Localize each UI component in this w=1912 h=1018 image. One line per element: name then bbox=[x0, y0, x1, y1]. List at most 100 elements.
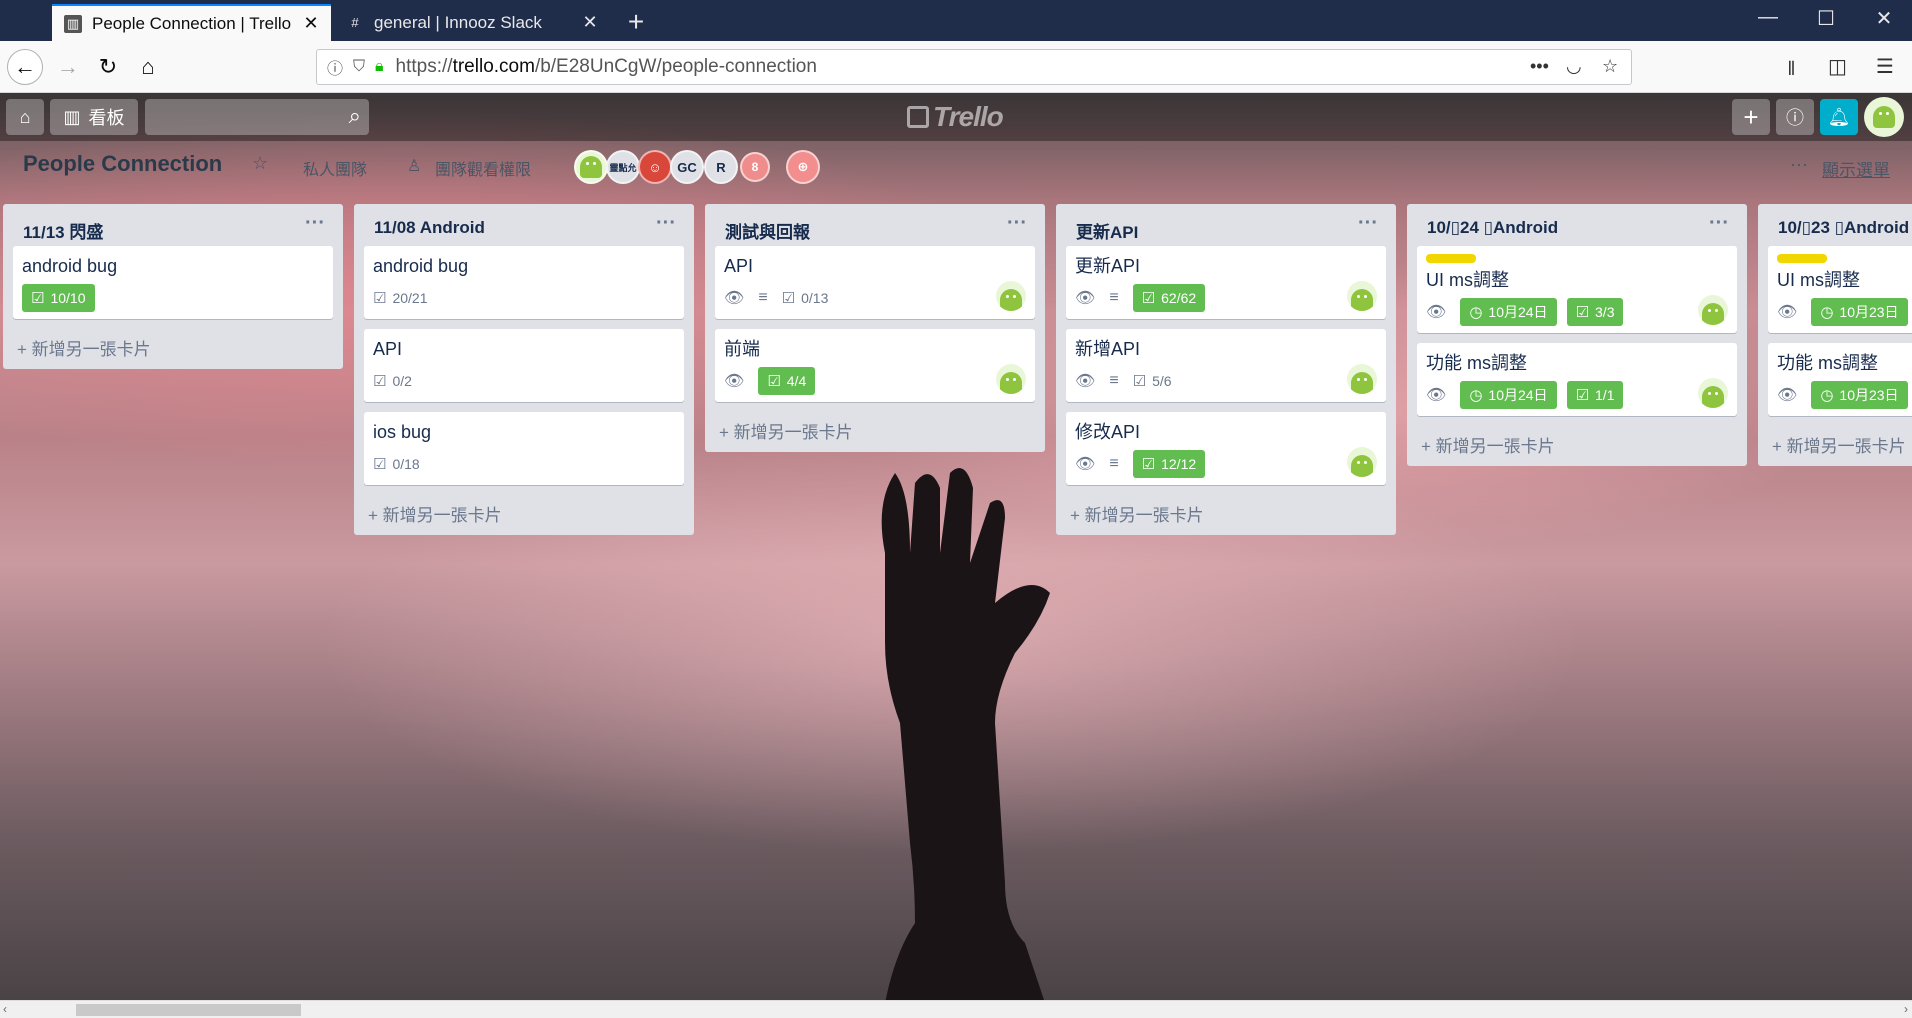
trello-logo[interactable]: Trello bbox=[907, 101, 1004, 133]
add-button[interactable]: + bbox=[1732, 99, 1770, 135]
add-card-button[interactable]: + 新增另一張卡片 bbox=[354, 495, 694, 535]
card-title: ios bug bbox=[373, 422, 432, 442]
scroll-right-icon[interactable]: › bbox=[1904, 1002, 1908, 1016]
show-menu-link[interactable]: 顯示選單 bbox=[1822, 156, 1890, 181]
card[interactable]: 功能 ms調整 👁︎ ◷ 10月23日 bbox=[1768, 343, 1912, 416]
member-avatar[interactable]: GC bbox=[670, 150, 704, 184]
list-title[interactable]: 11/08 Android ··· bbox=[354, 204, 694, 246]
member-avatar[interactable]: ☺ bbox=[638, 150, 672, 184]
tab-slack[interactable]: # general | Innooz Slack ✕ bbox=[334, 4, 610, 41]
info-icon[interactable]: ⓘ bbox=[1776, 99, 1814, 135]
invite-member-icon[interactable]: ⊕ bbox=[786, 150, 820, 184]
list-menu-icon[interactable]: ··· bbox=[305, 212, 325, 235]
url-text[interactable]: https://trello.com/b/E28UnCgW/people-con… bbox=[396, 56, 817, 78]
add-card-button[interactable]: + 新增另一張卡片 bbox=[1056, 495, 1396, 535]
team-visibility-button[interactable]: 私人團隊 bbox=[303, 156, 367, 180]
permission-button[interactable]: 團隊觀看權限 bbox=[435, 156, 531, 180]
minimize-button[interactable]: — bbox=[1748, 6, 1788, 29]
card[interactable]: API ☑ 0/2 bbox=[364, 329, 684, 402]
card[interactable]: UI ms調整 👁︎ ◷ 10月24日 ☑ 3/3 bbox=[1417, 246, 1737, 333]
slack-favicon-icon: # bbox=[351, 15, 359, 30]
card-title: UI ms調整 bbox=[1777, 270, 1860, 290]
card-member-avatar[interactable] bbox=[1347, 281, 1377, 311]
horizontal-scrollbar[interactable]: ‹ › bbox=[0, 1000, 1912, 1018]
add-card-button[interactable]: + 新增另一張卡片 bbox=[1758, 426, 1912, 466]
star-icon[interactable]: ☆ bbox=[252, 153, 268, 174]
member-avatar[interactable]: R bbox=[704, 150, 738, 184]
tab-trello[interactable]: ▥ People Connection | Trello ✕ bbox=[52, 4, 331, 41]
boards-button[interactable]: ▥ 看板 bbox=[50, 99, 138, 135]
card[interactable]: 功能 ms調整 👁︎ ◷ 10月24日 ☑ 1/1 bbox=[1417, 343, 1737, 416]
maximize-button[interactable]: ☐ bbox=[1806, 6, 1846, 31]
checklist-badge: ☑ 20/21 bbox=[373, 290, 428, 307]
home-button[interactable]: ⌂ bbox=[130, 49, 166, 85]
new-tab-button[interactable]: + bbox=[622, 6, 650, 38]
board-title[interactable]: People Connection bbox=[23, 151, 222, 177]
address-bar[interactable]: ⓘ ⛉ 🔒︎ https://trello.com/b/E28UnCgW/peo… bbox=[316, 49, 1632, 85]
list-title[interactable]: 測試與回報 ··· bbox=[705, 204, 1045, 246]
yellow-label[interactable] bbox=[1777, 254, 1827, 263]
tracking-shield-icon[interactable]: ⛉ bbox=[353, 58, 365, 76]
tab-close-icon[interactable]: ✕ bbox=[578, 12, 602, 33]
list-title[interactable]: 更新API ··· bbox=[1056, 204, 1396, 246]
menu-icon[interactable]: ☰ bbox=[1876, 54, 1894, 79]
member-avatar[interactable] bbox=[574, 150, 608, 184]
card[interactable]: 前端 👁︎ ☑ 4/4 bbox=[715, 329, 1035, 402]
more-members-badge[interactable]: 8 bbox=[740, 152, 770, 182]
card-member-avatar[interactable] bbox=[996, 364, 1026, 394]
notification-bell-icon[interactable]: 🔔︎ bbox=[1820, 99, 1858, 135]
list-menu-icon[interactable]: ··· bbox=[1007, 212, 1027, 235]
bookmark-star-icon[interactable]: ☆ bbox=[1602, 56, 1618, 77]
card-member-avatar[interactable] bbox=[1698, 295, 1728, 325]
forward-button[interactable]: → bbox=[50, 49, 86, 85]
checklist-badge: ☑ 10/10 bbox=[22, 284, 95, 312]
card[interactable]: android bug ☑ 20/21 bbox=[364, 246, 684, 319]
yellow-label[interactable] bbox=[1426, 254, 1476, 263]
card-title: 功能 ms調整 bbox=[1777, 353, 1878, 373]
list-menu-icon[interactable]: ··· bbox=[1709, 212, 1729, 235]
card[interactable]: ios bug ☑ 0/18 bbox=[364, 412, 684, 485]
list-menu-icon[interactable]: ··· bbox=[1358, 212, 1378, 235]
hand-silhouette-image bbox=[881, 468, 1050, 1000]
card-member-avatar[interactable] bbox=[1347, 447, 1377, 477]
lock-icon[interactable]: 🔒︎ bbox=[375, 58, 384, 76]
add-card-button[interactable]: + 新增另一張卡片 bbox=[3, 329, 343, 369]
user-avatar[interactable] bbox=[1864, 97, 1904, 137]
checklist-badge: ☑ 0/18 bbox=[373, 456, 420, 473]
list: 10/▯23 ▯Android··· UI ms調整 👁︎ ◷10月23日 功能… bbox=[1758, 204, 1912, 466]
tab-close-icon[interactable]: ✕ bbox=[299, 13, 323, 34]
add-card-button[interactable]: + 新增另一張卡片 bbox=[1407, 426, 1747, 466]
card[interactable]: API 👁︎ ≡ ☑ 0/13 bbox=[715, 246, 1035, 319]
card[interactable]: 新增API 👁︎ ≡ ☑ 5/6 bbox=[1066, 329, 1386, 402]
home-icon[interactable]: ⌂ bbox=[6, 99, 44, 135]
card-member-avatar[interactable] bbox=[996, 281, 1026, 311]
close-window-button[interactable]: ✕ bbox=[1864, 6, 1904, 31]
list-menu-icon[interactable]: ··· bbox=[656, 212, 676, 235]
info-icon[interactable]: ⓘ bbox=[327, 55, 343, 79]
add-card-button[interactable]: + 新增另一張卡片 bbox=[705, 412, 1045, 452]
sidebar-icon[interactable]: ◫ bbox=[1828, 54, 1847, 79]
card[interactable]: 修改API 👁︎ ≡ ☑ 12/12 bbox=[1066, 412, 1386, 485]
back-button[interactable]: ← bbox=[7, 49, 43, 85]
card[interactable]: UI ms調整 👁︎ ◷ 10月23日 bbox=[1768, 246, 1912, 333]
board-menu-dots-icon[interactable]: ··· bbox=[1790, 154, 1808, 175]
reload-button[interactable]: ↻ bbox=[90, 49, 126, 85]
checklist-badge: ☑ 0/2 bbox=[373, 373, 412, 390]
card-member-avatar[interactable] bbox=[1347, 364, 1377, 394]
watch-eye-icon: 👁︎ bbox=[1075, 373, 1096, 390]
card[interactable]: 更新API 👁︎ ≡ ☑ 62/62 bbox=[1066, 246, 1386, 319]
clock-icon: ◷ bbox=[1820, 304, 1834, 321]
library-icon[interactable]: 𝍪 bbox=[1788, 54, 1795, 88]
list: 11/08 Android ··· android bug ☑ 20/21 API … bbox=[354, 204, 694, 535]
list-title[interactable]: 10/▯23 ▯Android··· bbox=[1758, 204, 1912, 246]
scroll-left-icon[interactable]: ‹ bbox=[3, 1002, 7, 1016]
search-input[interactable]: ⌕ bbox=[145, 99, 369, 135]
card-member-avatar[interactable] bbox=[1698, 378, 1728, 408]
list-title[interactable]: 10/▯24 ▯Android ··· bbox=[1407, 204, 1747, 246]
scrollbar-thumb[interactable] bbox=[76, 1004, 301, 1016]
member-avatar[interactable]: 靈點允 bbox=[606, 150, 640, 184]
page-actions-icon[interactable]: ••• bbox=[1530, 56, 1549, 77]
card[interactable]: android bug ☑ 10/10 bbox=[13, 246, 333, 319]
list-title[interactable]: 11/13 閃盛 ··· bbox=[3, 204, 343, 246]
pocket-icon[interactable]: ◡ bbox=[1566, 56, 1582, 77]
